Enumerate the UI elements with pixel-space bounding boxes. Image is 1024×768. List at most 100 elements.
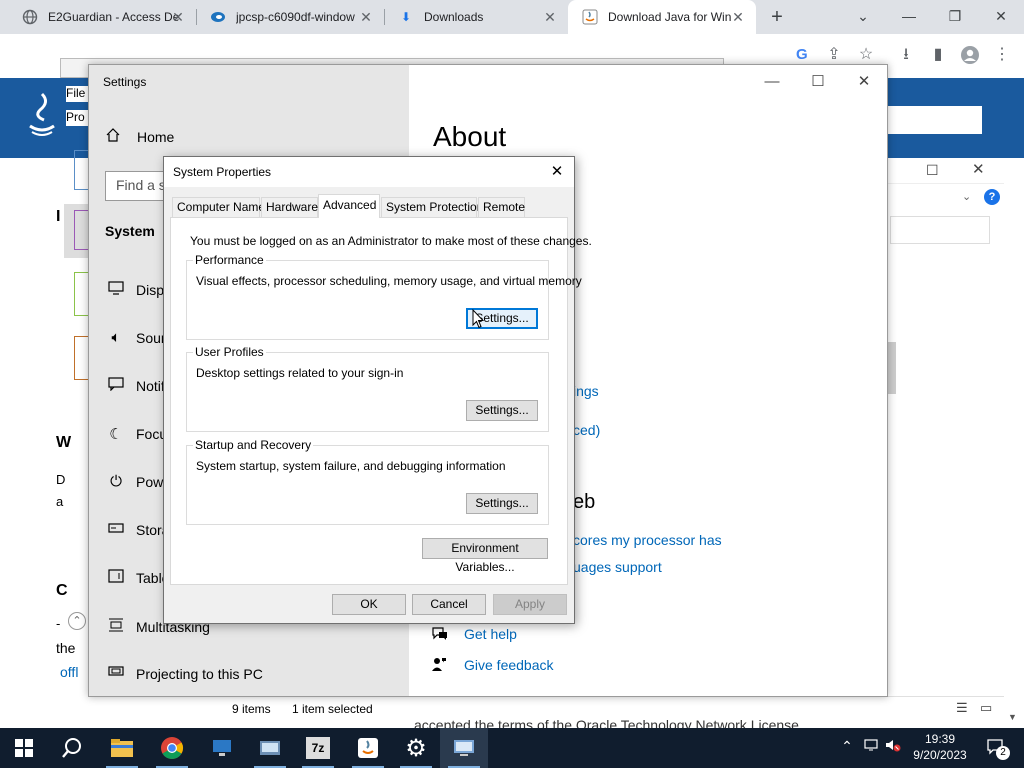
bg-snippet: the (56, 640, 76, 656)
user-profiles-settings-button[interactable]: Settings... (466, 400, 538, 421)
startup-recovery-settings-button[interactable]: Settings... (466, 493, 538, 514)
close-icon[interactable]: ✕ (542, 9, 558, 25)
link-get-help[interactable]: Get help (464, 626, 517, 642)
bg-window-titlebar (888, 158, 1004, 184)
taskbar-remote-desktop[interactable] (198, 728, 246, 768)
download-icon[interactable]: ⭳ (896, 45, 916, 65)
status-selected-count: 1 item selected (292, 702, 373, 716)
svg-text:G: G (796, 46, 808, 63)
nav-item-power[interactable]: ⏻ Powe (105, 473, 171, 490)
nav-item-tablet[interactable]: Table (105, 569, 169, 587)
link-give-feedback[interactable]: Give feedback (464, 657, 554, 673)
bg-card-outline (74, 210, 88, 250)
nav-item-sound[interactable]: 🔈︎ Soun (105, 329, 168, 346)
tab-hardware[interactable]: Hardware (261, 197, 318, 217)
tab-download-java[interactable]: Download Java for Win ✕ (568, 0, 756, 34)
taskbar-7zip[interactable]: 7z (294, 728, 342, 768)
chevron-down-icon[interactable]: ⌄ (962, 190, 971, 203)
tab-computer-name[interactable]: Computer Name (172, 197, 265, 217)
bg-snippet[interactable]: offl (60, 664, 78, 680)
tab-system-protection[interactable]: System Protection (381, 197, 483, 217)
java-search-input[interactable] (880, 106, 982, 134)
taskbar-clock[interactable]: 19:39 9/20/2023 (904, 731, 976, 763)
tab-jpcsp[interactable]: jpcsp-c6090df-window ✕ (196, 0, 384, 34)
group-description: Visual effects, processor scheduling, me… (196, 274, 582, 288)
large-icons-view-icon[interactable]: ▭ (980, 700, 992, 716)
tab-downloads[interactable]: ⬇ Downloads ✕ (384, 0, 568, 34)
network-icon[interactable] (862, 738, 880, 755)
link-advanced-fragment[interactable]: ced) (573, 422, 600, 438)
nav-item-focus[interactable]: ☾ Focu (105, 425, 167, 443)
taskbar-settings[interactable]: ⚙ (392, 728, 440, 768)
chevron-down-icon[interactable]: ⌄ (848, 4, 878, 28)
feedback-icon (431, 656, 447, 675)
taskbar-control-panel[interactable] (246, 728, 294, 768)
browser-tab-strip: E2Guardian - Access De ✕ jpcsp-c6090df-w… (0, 0, 1024, 34)
taskbar-java[interactable] (344, 728, 392, 768)
link-languages[interactable]: uages support (573, 559, 662, 575)
ok-button[interactable]: OK (332, 594, 406, 615)
taskbar-chrome[interactable] (148, 728, 196, 768)
download-icon: ⬇ (400, 10, 412, 24)
nav-item-notifications[interactable]: Notif (105, 377, 165, 395)
close-icon[interactable]: ✕ (730, 9, 746, 25)
scroll-down-icon[interactable]: ▼ (1008, 712, 1017, 722)
cancel-button[interactable]: Cancel (412, 594, 486, 615)
tab-remote[interactable]: Remote (478, 197, 525, 217)
nav-item-display[interactable]: Displ (105, 281, 167, 299)
storage-icon (105, 521, 127, 538)
close-window-icon[interactable]: ✕ (986, 4, 1016, 28)
profile-icon[interactable] (960, 45, 980, 65)
close-icon[interactable]: ✕ (170, 9, 186, 25)
maximize-icon[interactable]: ☐ (795, 69, 841, 95)
advanced-tab-panel: You must be logged on as an Administrato… (170, 217, 592, 585)
minimize-icon[interactable]: — (894, 4, 924, 28)
close-icon[interactable]: ✕ (548, 163, 566, 181)
details-view-icon[interactable]: ☰ (956, 700, 968, 716)
share-icon[interactable]: ⇪ (824, 45, 844, 65)
star-icon[interactable]: ☆ (856, 45, 876, 65)
nav-item-projecting[interactable]: Projecting to this PC (105, 665, 263, 683)
nav-item-storage[interactable]: Stora (105, 521, 169, 538)
monitor-icon (105, 281, 127, 299)
volume-muted-icon[interactable] (884, 738, 902, 755)
explorer-menu-pro[interactable]: Pro (66, 110, 90, 126)
settings-home-link[interactable]: Home (105, 127, 174, 147)
environment-variables-button[interactable]: Environment Variables... (422, 538, 548, 574)
chevron-up-icon[interactable]: ⌃ (838, 738, 856, 755)
link-processor-cores[interactable]: cores my processor has (573, 532, 722, 548)
tab-advanced[interactable]: Advanced (318, 194, 380, 218)
bg-scrollbar-thumb[interactable] (888, 342, 896, 394)
close-icon[interactable]: ✕ (358, 9, 374, 25)
taskbar-system-properties[interactable] (440, 728, 488, 768)
taskbar-file-explorer[interactable] (98, 728, 146, 768)
java-icon (358, 738, 378, 758)
explorer-menu-file[interactable]: File (66, 86, 90, 102)
bg-page-text: accepted the terms of the Oracle Technol… (414, 717, 799, 728)
more-menu-icon[interactable]: ⋮ (992, 45, 1012, 65)
link-settings-fragment[interactable]: ings (573, 383, 599, 399)
dialog-titlebar: System Properties ✕ (164, 157, 574, 187)
new-tab-button[interactable]: + (766, 6, 788, 28)
start-button[interactable] (0, 728, 48, 768)
chrome-icon (161, 737, 183, 759)
globe-icon (22, 9, 38, 25)
system-properties-dialog: System Properties ✕ Computer Name Hardwa… (163, 156, 592, 624)
side-panel-icon[interactable]: ▮ (928, 45, 948, 65)
search-icon (62, 738, 81, 758)
restore-icon[interactable]: ❐ (940, 4, 970, 28)
close-icon[interactable]: ✕ (972, 160, 985, 178)
help-icon[interactable]: ? (984, 189, 1000, 205)
bg-search-box[interactable] (890, 216, 990, 244)
minimize-icon[interactable]: — (749, 69, 795, 95)
close-icon[interactable]: ✕ (841, 69, 887, 95)
startup-recovery-group: Startup and Recovery System startup, sys… (186, 438, 549, 525)
chevron-up-icon[interactable]: ⌃ (68, 612, 86, 630)
search-button[interactable] (48, 728, 96, 768)
tab-e2guardian[interactable]: E2Guardian - Access De ✕ (8, 0, 196, 34)
dialog-title: System Properties (173, 165, 272, 179)
google-icon[interactable]: G (792, 45, 812, 65)
apply-button[interactable]: Apply (493, 594, 567, 615)
mouse-cursor-icon (472, 308, 485, 329)
restore-icon[interactable]: ☐ (926, 162, 939, 179)
